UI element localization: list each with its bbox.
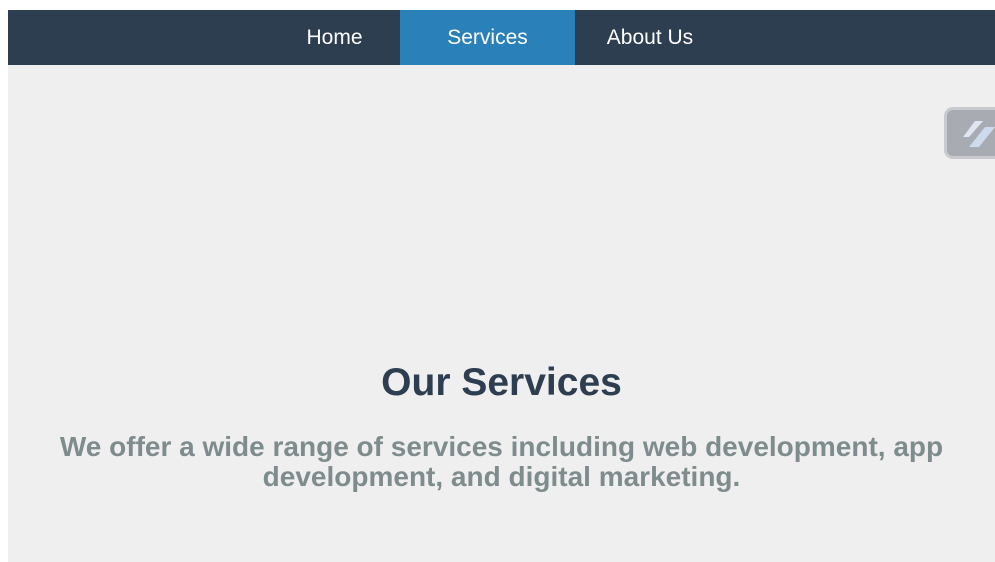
page-title: Our Services	[381, 361, 622, 404]
link-stripes-icon	[963, 121, 995, 147]
side-widget-button[interactable]	[944, 107, 995, 159]
page: Home Services About Us Our Services We o…	[8, 10, 995, 562]
services-description: We offer a wide range of services includ…	[59, 431, 944, 492]
nav-item-home[interactable]: Home	[269, 10, 400, 65]
nav-item-about-us[interactable]: About Us	[575, 10, 725, 65]
nav-item-services[interactable]: Services	[400, 10, 575, 65]
top-navbar: Home Services About Us	[8, 10, 995, 65]
